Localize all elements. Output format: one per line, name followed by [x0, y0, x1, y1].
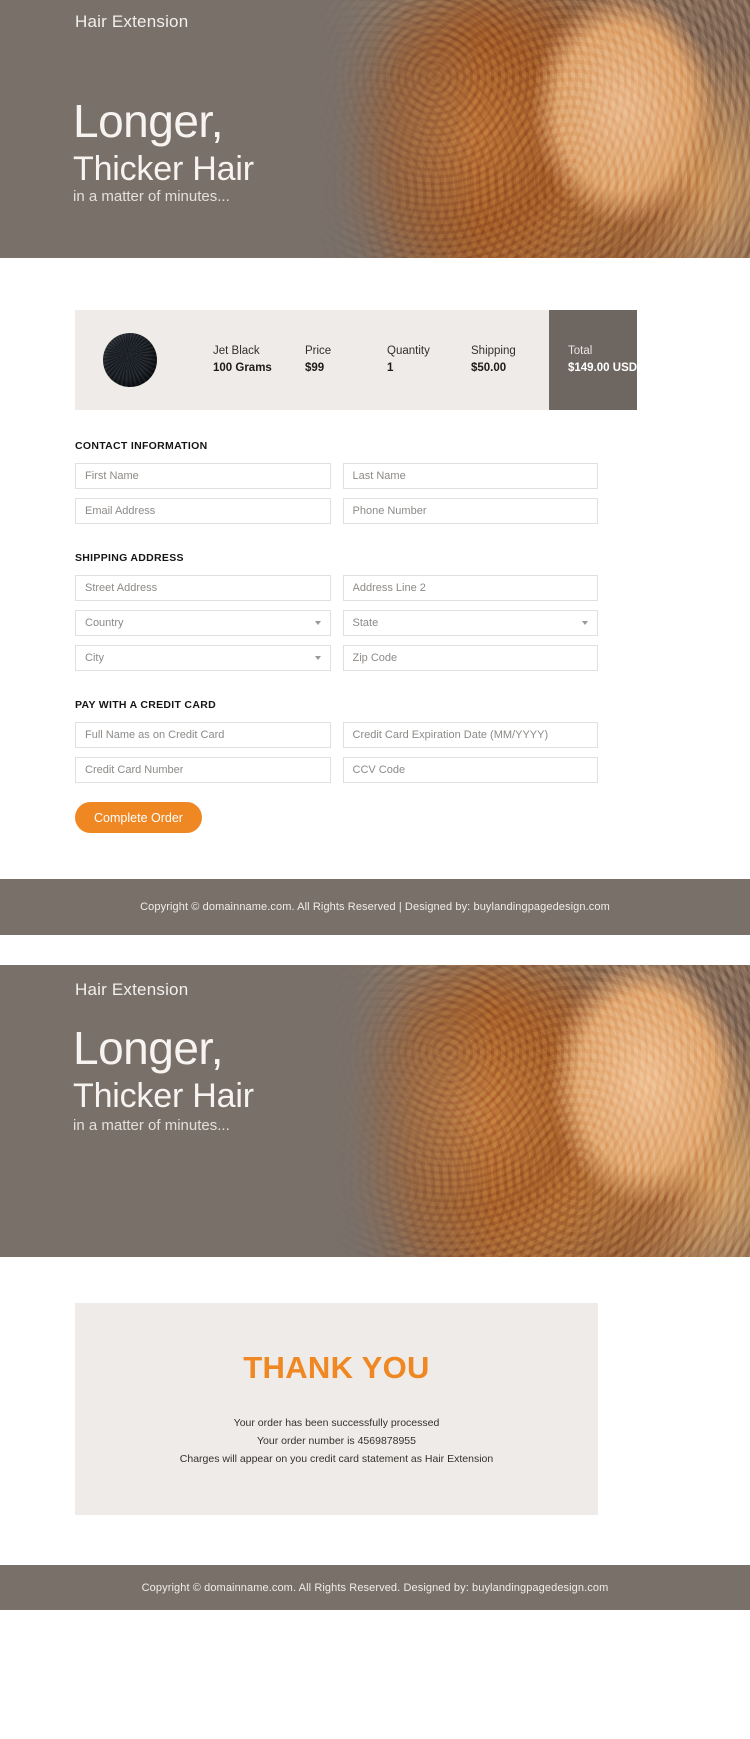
country-placeholder: Country: [85, 617, 124, 629]
phone-number-placeholder: Phone Number: [352, 505, 427, 517]
email-address-input[interactable]: Email Address: [75, 498, 331, 524]
jet-black-hair-swatch-icon: [103, 333, 157, 387]
phone-number-input[interactable]: Phone Number: [342, 498, 598, 524]
shipping-row-3: City Zip Code: [75, 645, 598, 671]
checkout-section: Jet Black 100 Grams Price $99 Quantity 1…: [0, 310, 750, 833]
street-address-input[interactable]: Street Address: [75, 575, 331, 601]
state-select[interactable]: State: [342, 610, 598, 636]
shipping-row-1: Street Address Address Line 2: [75, 575, 598, 601]
contact-information-heading: CONTACT INFORMATION: [75, 440, 208, 452]
payment-row-1: Full Name as on Credit Card Credit Card …: [75, 722, 598, 748]
summary-col-product: Jet Black 100 Grams: [213, 343, 305, 376]
contact-row-1: First Name Last Name: [75, 463, 598, 489]
footer-top: Copyright © domainname.com. All Rights R…: [0, 879, 750, 935]
card-expiration-placeholder: Credit Card Expiration Date (MM/YYYY): [352, 729, 549, 741]
shipping-row-2: Country State: [75, 610, 598, 636]
summary-total-value: $149.00 USD: [568, 362, 638, 374]
section-gap: [0, 935, 750, 965]
summary-col-price: Price $99: [305, 343, 387, 376]
footer-bottom: Copyright © domainname.com. All Rights R…: [0, 1565, 750, 1610]
card-number-input[interactable]: Credit Card Number: [75, 757, 331, 783]
thank-you-line-3: Charges will appear on you credit card s…: [179, 1453, 494, 1466]
footer-bottom-text: Copyright © domainname.com. All Rights R…: [141, 1581, 609, 1594]
cardholder-name-placeholder: Full Name as on Credit Card: [85, 729, 225, 741]
order-summary-details: Jet Black 100 Grams Price $99 Quantity 1…: [75, 310, 549, 410]
hero-headline-line1: Longer,: [73, 1022, 223, 1074]
summary-total-label: Total: [568, 345, 593, 358]
ccv-code-input[interactable]: CCV Code: [342, 757, 598, 783]
summary-product-label: Jet Black: [213, 345, 260, 358]
hero-headline-line2: Thicker Hair: [73, 1077, 254, 1115]
zip-code-input[interactable]: Zip Code: [342, 645, 598, 671]
summary-col-shipping: Shipping $50.00: [471, 343, 549, 376]
address-line-2-input[interactable]: Address Line 2: [342, 575, 598, 601]
hero-headline-line1: Longer,: [73, 95, 223, 147]
complete-order-button[interactable]: Complete Order: [75, 802, 202, 833]
hero-banner-bottom: Hair Extension Longer, Thicker Hair in a…: [0, 965, 750, 1257]
thank-you-panel: THANK YOU Your order has been successful…: [75, 1303, 598, 1515]
first-name-input[interactable]: First Name: [75, 463, 331, 489]
thank-you-line-1: Your order has been successfully process…: [233, 1416, 440, 1429]
country-select[interactable]: Country: [75, 610, 331, 636]
last-name-placeholder: Last Name: [352, 470, 406, 482]
checkout-form: CONTACT INFORMATION First Name Last Name…: [75, 440, 598, 833]
summary-shipping-value: $50.00: [471, 362, 507, 374]
summary-quantity-label: Quantity: [387, 345, 430, 358]
hero-headline-line2: Thicker Hair: [73, 150, 254, 188]
photo-edge-fade: [320, 965, 750, 1257]
shipping-address-heading: SHIPPING ADDRESS: [75, 552, 184, 564]
brand-title: Hair Extension: [75, 12, 189, 31]
cardholder-name-input[interactable]: Full Name as on Credit Card: [75, 722, 331, 748]
summary-price-value: $99: [305, 362, 325, 374]
city-placeholder: City: [85, 652, 104, 664]
thank-you-section: THANK YOU Your order has been successful…: [0, 1257, 750, 1565]
summary-product-value: 100 Grams: [213, 362, 272, 374]
hero-banner-top: Hair Extension Longer, Thicker Hair in a…: [0, 0, 750, 258]
brand-title: Hair Extension: [75, 980, 189, 999]
order-summary-total: Total $149.00 USD: [549, 310, 638, 410]
footer-top-text: Copyright © domainname.com. All Rights R…: [140, 901, 610, 913]
contact-row-2: Email Address Phone Number: [75, 498, 598, 524]
payment-row-2: Credit Card Number CCV Code: [75, 757, 598, 783]
hero-subline: in a matter of minutes...: [73, 1117, 230, 1134]
chevron-down-icon: [314, 656, 321, 660]
summary-price-label: Price: [305, 345, 332, 358]
street-address-placeholder: Street Address: [85, 582, 158, 594]
order-summary-bar: Jet Black 100 Grams Price $99 Quantity 1…: [75, 310, 638, 410]
thank-you-line-2: Your order number is 4569878955: [257, 1434, 416, 1447]
summary-quantity-value: 1: [387, 362, 394, 374]
card-expiration-input[interactable]: Credit Card Expiration Date (MM/YYYY): [342, 722, 598, 748]
payment-heading: PAY WITH A CREDIT CARD: [75, 699, 216, 711]
hero-subline: in a matter of minutes...: [73, 188, 230, 205]
last-name-input[interactable]: Last Name: [342, 463, 598, 489]
first-name-placeholder: First Name: [85, 470, 139, 482]
hero-model-photo: [300, 0, 750, 258]
photo-edge-fade: [300, 0, 750, 258]
address-line-2-placeholder: Address Line 2: [352, 582, 426, 594]
summary-shipping-label: Shipping: [471, 345, 516, 358]
ccv-code-placeholder: CCV Code: [352, 764, 406, 776]
chevron-down-icon: [314, 621, 321, 625]
chevron-down-icon: [582, 621, 588, 625]
city-select[interactable]: City: [75, 645, 331, 671]
state-placeholder: State: [352, 617, 379, 629]
email-address-placeholder: Email Address: [85, 505, 156, 517]
landing-page: Hair Extension Longer, Thicker Hair in a…: [0, 0, 750, 1610]
card-number-placeholder: Credit Card Number: [85, 764, 184, 776]
zip-code-placeholder: Zip Code: [352, 652, 398, 664]
thank-you-title: THANK YOU: [243, 1349, 430, 1385]
hero-model-photo: [320, 965, 750, 1257]
summary-col-quantity: Quantity 1: [387, 343, 471, 376]
